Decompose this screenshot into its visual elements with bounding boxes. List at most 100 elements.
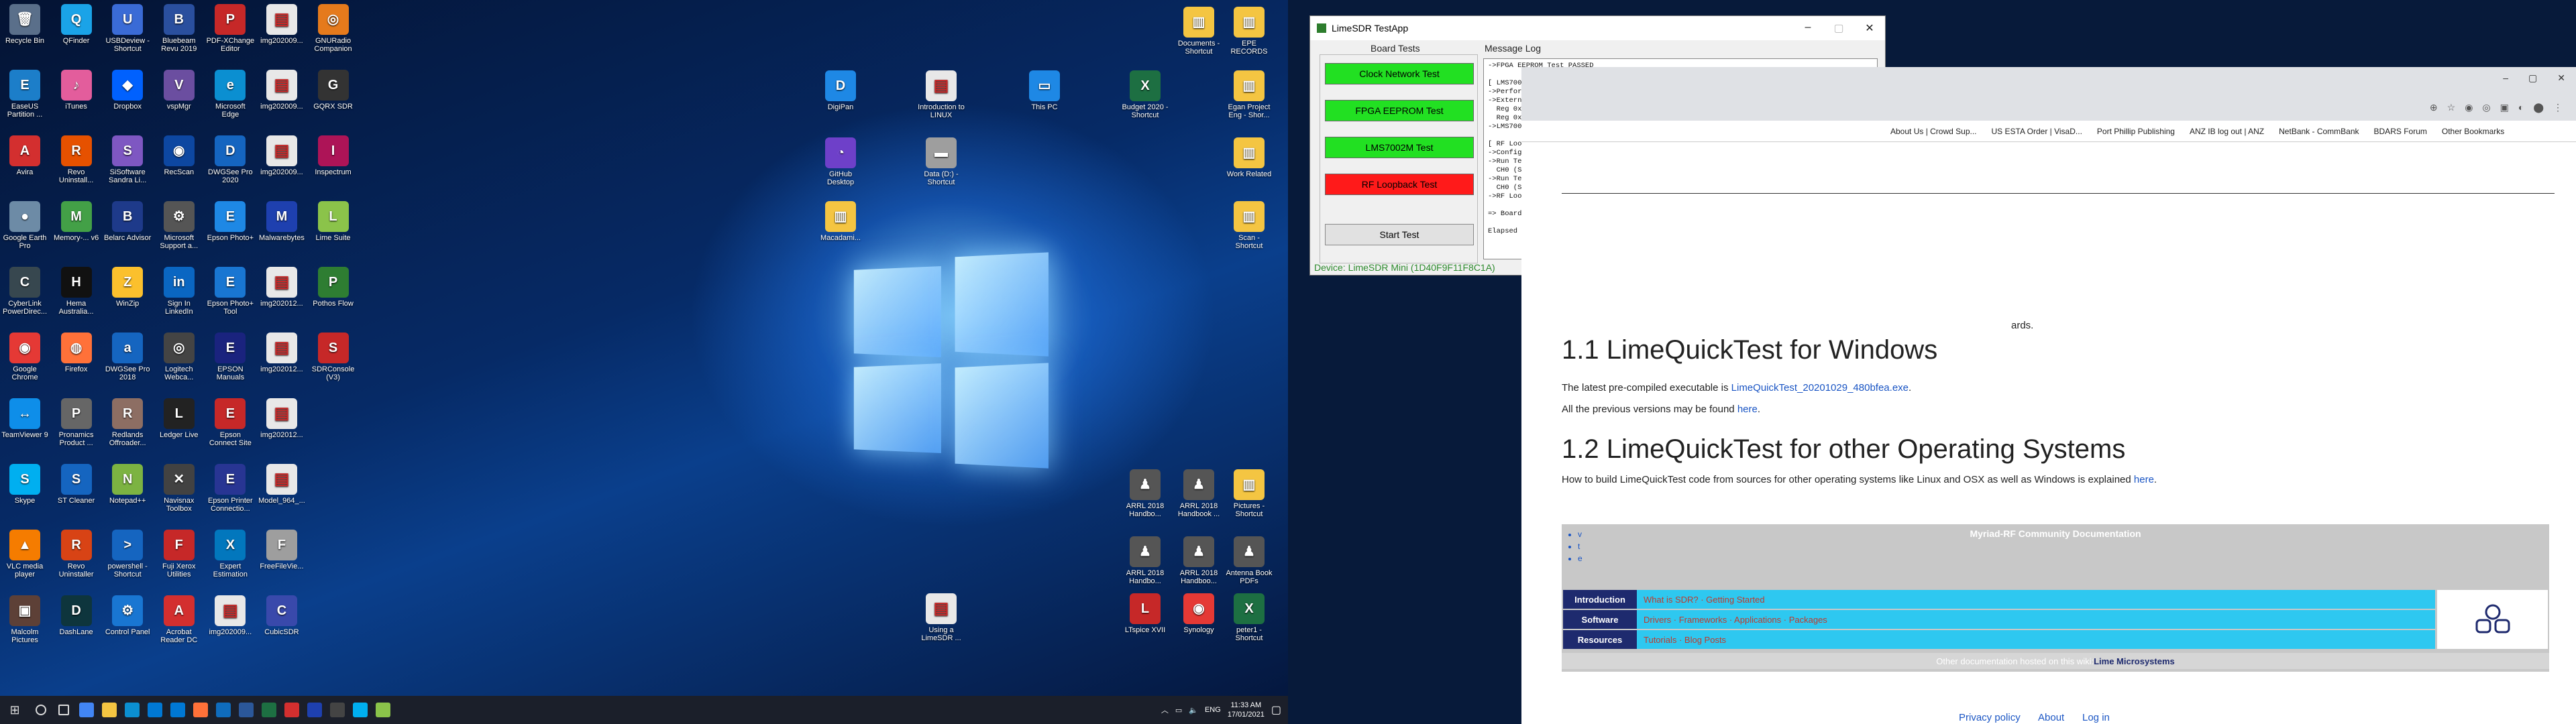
desktop-icon[interactable]: ▥ Scan - Shortcut	[1226, 201, 1273, 261]
desktop-icon[interactable]: D DashLane	[53, 595, 100, 656]
language-indicator[interactable]: ENG	[1205, 706, 1221, 714]
desktop-icon[interactable]: > powershell - Shortcut	[104, 530, 151, 590]
vte-talk-link[interactable]: t	[1578, 540, 1582, 552]
desktop-icon[interactable]: ▭ This PC	[1021, 70, 1068, 131]
desktop-icon[interactable]: ▬ Data (D:) - Shortcut	[918, 137, 965, 198]
bookmark-item[interactable]: BDARS Forum	[2374, 127, 2427, 136]
task-view-icon[interactable]	[52, 696, 75, 724]
desktop-icon[interactable]: F FreeFileVie...	[258, 530, 305, 590]
minimize-icon[interactable]: –	[2503, 72, 2508, 84]
malwarebytes-icon[interactable]	[303, 696, 326, 724]
desktop-icon[interactable]: ♪ iTunes	[53, 70, 100, 130]
desktop-icon[interactable]: Xpeter1 - Shortcut	[1226, 593, 1273, 654]
desktop-icon[interactable]: ▤ img202012...	[258, 398, 305, 459]
desktop-icon[interactable]: ▲ VLC media player	[1, 530, 48, 590]
lms7002m-test-button[interactable]: LMS7002M Test	[1325, 137, 1474, 158]
desktop-icon[interactable]: H Hema Australia...	[53, 267, 100, 327]
desktop-icon[interactable]: ♟ ARRL 2018 Handbo...	[1122, 536, 1169, 597]
extension-icon[interactable]: ⊕	[2430, 102, 2438, 113]
desktop-icon[interactable]: E Epson Photo+ Tool	[207, 267, 254, 327]
desktop-icon[interactable]: E Epson Printer Connectio...	[207, 464, 254, 524]
desktop-icon[interactable]: ◎ GNURadio Companion	[310, 4, 357, 64]
navbox-links[interactable]: Drivers · Frameworks · Applications · Pa…	[1637, 610, 2435, 629]
desktop-icon[interactable]: VvspMgr	[156, 70, 203, 130]
desktop-icon[interactable]: ▤ Model_964_...	[258, 464, 305, 524]
desktop-icon[interactable]: Q QFinder	[53, 4, 100, 64]
desktop-icon[interactable]: ▥ Work Related	[1226, 137, 1273, 198]
terminal-icon[interactable]	[326, 696, 349, 724]
desktop-icon[interactable]: D DWGSee Pro 2020	[207, 135, 254, 196]
desktop-icon[interactable]: ◆ Dropbox	[104, 70, 151, 130]
file-explorer-icon[interactable]	[98, 696, 121, 724]
desktop-icon[interactable]: U USBDeview - Shortcut	[104, 4, 151, 64]
desktop-icon[interactable]: ↔ TeamViewer 9	[1, 398, 48, 459]
firefox-icon[interactable]	[189, 696, 212, 724]
skype-icon[interactable]	[349, 696, 372, 724]
desktop-icon[interactable]: ▤ img202012...	[258, 333, 305, 393]
network-icon[interactable]: ▭	[1175, 706, 1182, 715]
desktop-icon[interactable]: R Revo Uninstall...	[53, 135, 100, 196]
desktop-icon[interactable]: ▥ Documents - Shortcut	[1175, 7, 1222, 67]
lime-microsystems-link[interactable]: Lime Microsystems	[2094, 656, 2175, 666]
desktop-icon[interactable]: ⚙ Microsoft Support a...	[156, 201, 203, 261]
build-instructions-link[interactable]: here	[2134, 474, 2154, 485]
desktop-icon[interactable]: ♟ Antenna Book PDFs	[1226, 536, 1273, 597]
desktop-icon[interactable]: B Belarc Advisor	[104, 201, 151, 261]
bookmark-item[interactable]: NetBank - CommBank	[2279, 127, 2359, 136]
desktop-icon[interactable]: A Avira	[1, 135, 48, 196]
acrobat-icon[interactable]	[280, 696, 303, 724]
start-test-button[interactable]: Start Test	[1325, 224, 1474, 245]
bookmark-item[interactable]: ANZ IB log out | ANZ	[2190, 127, 2264, 136]
desktop-icon[interactable]: ♟ ARRL 2018 Handbo...	[1122, 469, 1169, 530]
maximize-icon[interactable]: ▢	[2528, 72, 2537, 84]
close-icon[interactable]: ✕	[1854, 21, 1885, 35]
desktop-icon[interactable]: G GQRX SDR	[310, 70, 357, 130]
extension-icon[interactable]: ◐	[2518, 102, 2524, 113]
desktop-icon[interactable]: ● Google Earth Pro	[1, 201, 48, 261]
window-titlebar[interactable]: LimeSDR TestApp – ▢ ✕	[1310, 16, 1885, 40]
desktop-icon[interactable]: E Epson Photo+	[207, 201, 254, 261]
desktop-icon[interactable]: N Notepad++	[104, 464, 151, 524]
desktop-icon[interactable]: ▥ Macadami...	[817, 201, 864, 261]
edge-icon[interactable]	[121, 696, 144, 724]
desktop-icon[interactable]: ◔ GitHub Desktop	[817, 137, 864, 198]
desktop-icon[interactable]: ▥ Pictures - Shortcut	[1226, 469, 1273, 530]
volume-icon[interactable]: 🔈	[1189, 706, 1198, 715]
vte-edit-link[interactable]: e	[1578, 552, 1582, 564]
desktop-icon[interactable]: ▤ img202009...	[258, 135, 305, 196]
chevron-up-icon[interactable]: ︿	[1161, 705, 1169, 715]
excel-icon[interactable]	[258, 696, 280, 724]
fpga-eeprom-test-button[interactable]: FPGA EEPROM Test	[1325, 100, 1474, 121]
extension-icon[interactable]: ◉	[2465, 102, 2473, 113]
bookmark-item[interactable]: US ESTA Order | VisaD...	[1992, 127, 2082, 136]
desktop-icon[interactable]: S SDRConsole (V3)	[310, 333, 357, 393]
desktop-icon[interactable]: ◎ Logitech Webca...	[156, 333, 203, 393]
exe-download-link[interactable]: LimeQuickTest_20201029_480bfea.exe	[1731, 382, 1909, 394]
desktop-icon[interactable]: ▤ img202009...	[258, 70, 305, 130]
bookmark-item[interactable]: About Us | Crowd Sup...	[1890, 127, 1977, 136]
desktop-icon[interactable]: E EaseUS Partition ...	[1, 70, 48, 130]
desktop-icon[interactable]: I Inspectrum	[310, 135, 357, 196]
desktop-icon[interactable]: P PDF-XChange Editor	[207, 4, 254, 64]
extension-icon[interactable]: ☆	[2447, 102, 2456, 113]
desktop-icon[interactable]: R Redlands Offroader...	[104, 398, 151, 459]
extension-icon[interactable]: ⬤	[2533, 102, 2544, 113]
minimize-icon[interactable]: –	[1792, 21, 1823, 35]
maximize-icon[interactable]: ▢	[1823, 21, 1854, 35]
desktop-icon[interactable]: ▤ img202009...	[258, 4, 305, 64]
navbox-links[interactable]: Tutorials · Blog Posts	[1637, 630, 2435, 649]
desktop-icon[interactable]: ▣ Malcolm Pictures	[1, 595, 48, 656]
desktop-icon[interactable]: E Epson Connect Site	[207, 398, 254, 459]
store-icon[interactable]	[144, 696, 166, 724]
bookmark-item[interactable]: Other Bookmarks	[2442, 127, 2504, 136]
desktop-icon[interactable]: L Ledger Live	[156, 398, 203, 459]
desktop-icon[interactable]: ◉ RecScan	[156, 135, 203, 196]
desktop-icon[interactable]: Z WinZip	[104, 267, 151, 327]
desktop-icon[interactable]: ▤ Using a LimeSDR ...	[918, 593, 965, 654]
rf-loopback-test-button[interactable]: RF Loopback Test	[1325, 174, 1474, 195]
desktop-icon[interactable]: F Fuji Xerox Utilities	[156, 530, 203, 590]
desktop-icon[interactable]: e Microsoft Edge	[207, 70, 254, 130]
desktop-icon[interactable]: ▥ EPE RECORDS	[1226, 7, 1273, 67]
menu-icon[interactable]: ⋮	[2553, 102, 2563, 113]
desktop-icon[interactable]: ◍ Firefox	[53, 333, 100, 393]
